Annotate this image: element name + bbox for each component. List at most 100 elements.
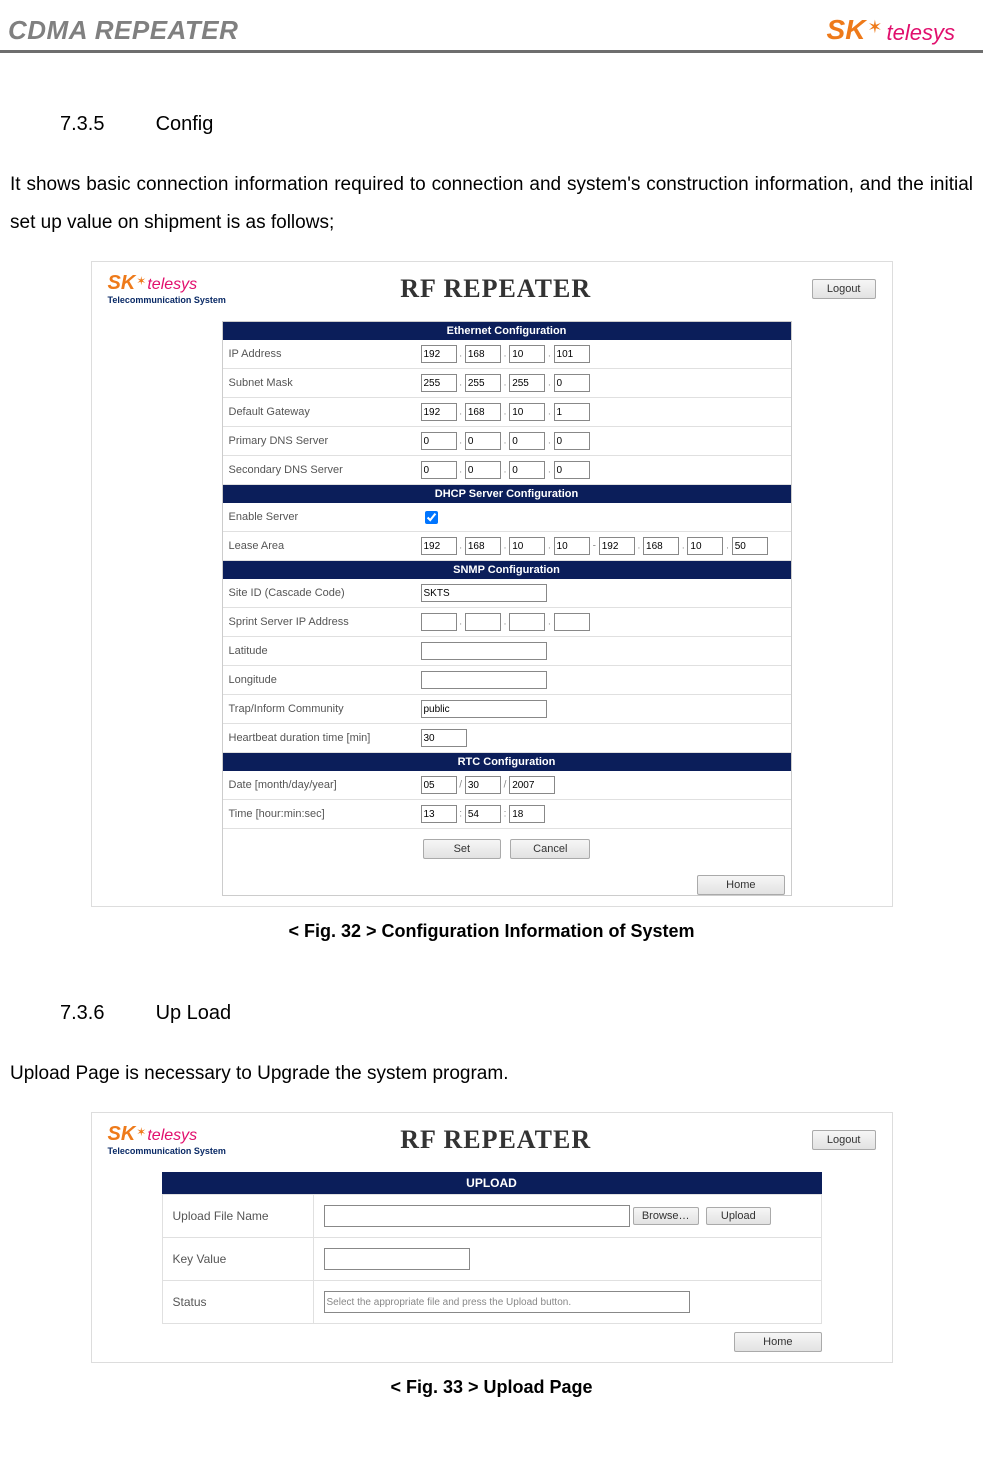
lease-b2[interactable] xyxy=(643,537,679,555)
time-min[interactable] xyxy=(465,805,501,823)
embed-logo-telesys: telesys xyxy=(147,1127,197,1145)
sprint-4[interactable] xyxy=(554,613,590,631)
enable-server-label: Enable Server xyxy=(223,503,415,532)
subnet-3[interactable] xyxy=(509,374,545,392)
sdns-4[interactable] xyxy=(554,461,590,479)
page-header: CDMA REPEATER SK ✶ telesys xyxy=(0,0,983,53)
latitude-input[interactable] xyxy=(421,642,547,660)
ip-octet-1[interactable] xyxy=(421,345,457,363)
section-number: 7.3.6 xyxy=(60,1002,150,1025)
latitude-label: Latitude xyxy=(223,637,415,666)
enable-server-checkbox[interactable] xyxy=(425,511,438,524)
subnet-2[interactable] xyxy=(465,374,501,392)
heartbeat-label: Heartbeat duration time [min] xyxy=(223,724,415,753)
key-value-label: Key Value xyxy=(162,1238,313,1281)
pdns-3[interactable] xyxy=(509,432,545,450)
date-month[interactable] xyxy=(421,776,457,794)
butterfly-icon: ✶ xyxy=(136,274,146,288)
upload-button[interactable]: Upload xyxy=(706,1207,771,1225)
config-panel: Ethernet Configuration IP Address . . . … xyxy=(222,321,792,896)
lease-a2[interactable] xyxy=(465,537,501,555)
lease-a3[interactable] xyxy=(509,537,545,555)
date-label: Date [month/day/year] xyxy=(223,771,415,800)
site-id-label: Site ID (Cascade Code) xyxy=(223,579,415,608)
subnet-label: Subnet Mask xyxy=(223,369,415,398)
rtc-bar: RTC Configuration xyxy=(223,753,791,771)
logo-telesys-text: telesys xyxy=(887,20,955,46)
gw-3[interactable] xyxy=(509,403,545,421)
ip-octet-2[interactable] xyxy=(465,345,501,363)
lease-b3[interactable] xyxy=(687,537,723,555)
cancel-button[interactable]: Cancel xyxy=(510,839,590,859)
embed-logo: SK ✶ telesys Telecommunication System xyxy=(108,272,226,305)
date-year[interactable] xyxy=(509,776,555,794)
heartbeat-input[interactable] xyxy=(421,729,467,747)
embed-logo-telesys: telesys xyxy=(147,276,197,294)
lease-b1[interactable] xyxy=(599,537,635,555)
fig33-screenshot: SK ✶ telesys Telecommunication System RF… xyxy=(91,1112,893,1363)
ip-octet-3[interactable] xyxy=(509,345,545,363)
ip-octet-4[interactable] xyxy=(554,345,590,363)
pdns-label: Primary DNS Server xyxy=(223,427,415,456)
time-sec[interactable] xyxy=(509,805,545,823)
embed-logo-sk: SK xyxy=(108,272,136,295)
fig32-caption: < Fig. 32 > Configuration Information of… xyxy=(10,921,973,942)
sprint-3[interactable] xyxy=(509,613,545,631)
doc-title: CDMA REPEATER xyxy=(8,15,238,46)
sprint-2[interactable] xyxy=(465,613,501,631)
butterfly-icon: ✶ xyxy=(867,17,882,38)
sprint-1[interactable] xyxy=(421,613,457,631)
section2-body: Upload Page is necessary to Upgrade the … xyxy=(10,1055,973,1093)
pdns-4[interactable] xyxy=(554,432,590,450)
upload-filename-input[interactable] xyxy=(324,1205,630,1227)
ip-label: IP Address xyxy=(223,340,415,369)
lease-a4[interactable] xyxy=(554,537,590,555)
sdns-2[interactable] xyxy=(465,461,501,479)
longitude-label: Longitude xyxy=(223,666,415,695)
gw-1[interactable] xyxy=(421,403,457,421)
butterfly-icon: ✶ xyxy=(136,1125,146,1139)
date-day[interactable] xyxy=(465,776,501,794)
embed-app-title: RF REPEATER xyxy=(226,274,766,304)
time-hour[interactable] xyxy=(421,805,457,823)
gw-2[interactable] xyxy=(465,403,501,421)
logo-sk-text: SK xyxy=(827,14,866,46)
upload-panel: UPLOAD Upload File Name Browse… Upload K… xyxy=(162,1172,822,1324)
status-label: Status xyxy=(162,1281,313,1324)
trap-input[interactable] xyxy=(421,700,547,718)
upload-bar: UPLOAD xyxy=(162,1172,822,1194)
section-heading-upload: 7.3.6 Up Load xyxy=(60,1002,973,1025)
fig33-caption: < Fig. 33 > Upload Page xyxy=(10,1377,973,1398)
dhcp-bar: DHCP Server Configuration xyxy=(223,485,791,503)
section-title: Config xyxy=(156,113,214,135)
subnet-1[interactable] xyxy=(421,374,457,392)
section-number: 7.3.5 xyxy=(60,113,150,136)
time-label: Time [hour:min:sec] xyxy=(223,800,415,829)
section-title: Up Load xyxy=(156,1002,232,1024)
set-button[interactable]: Set xyxy=(423,839,502,859)
site-id-input[interactable] xyxy=(421,584,547,602)
sdns-1[interactable] xyxy=(421,461,457,479)
pdns-1[interactable] xyxy=(421,432,457,450)
home-button[interactable]: Home xyxy=(734,1332,821,1352)
ip-field: . . . xyxy=(415,340,791,369)
longitude-input[interactable] xyxy=(421,671,547,689)
lease-b4[interactable] xyxy=(732,537,768,555)
embed-logo-sub: Telecommunication System xyxy=(108,295,226,305)
embed-app-title: RF REPEATER xyxy=(226,1125,766,1155)
home-button[interactable]: Home xyxy=(697,875,784,895)
fig32-screenshot: SK ✶ telesys Telecommunication System RF… xyxy=(91,261,893,907)
upload-name-label: Upload File Name xyxy=(162,1195,313,1238)
logout-button[interactable]: Logout xyxy=(812,279,876,299)
sdns-3[interactable] xyxy=(509,461,545,479)
browse-button[interactable]: Browse… xyxy=(633,1207,699,1225)
pdns-2[interactable] xyxy=(465,432,501,450)
embed-logo: SK ✶ telesys Telecommunication System xyxy=(108,1123,226,1156)
logout-button[interactable]: Logout xyxy=(812,1130,876,1150)
subnet-4[interactable] xyxy=(554,374,590,392)
brand-logo: SK ✶ telesys xyxy=(827,14,955,46)
gw-4[interactable] xyxy=(554,403,590,421)
key-value-input[interactable] xyxy=(324,1248,470,1270)
ethernet-bar: Ethernet Configuration xyxy=(223,322,791,340)
lease-a1[interactable] xyxy=(421,537,457,555)
